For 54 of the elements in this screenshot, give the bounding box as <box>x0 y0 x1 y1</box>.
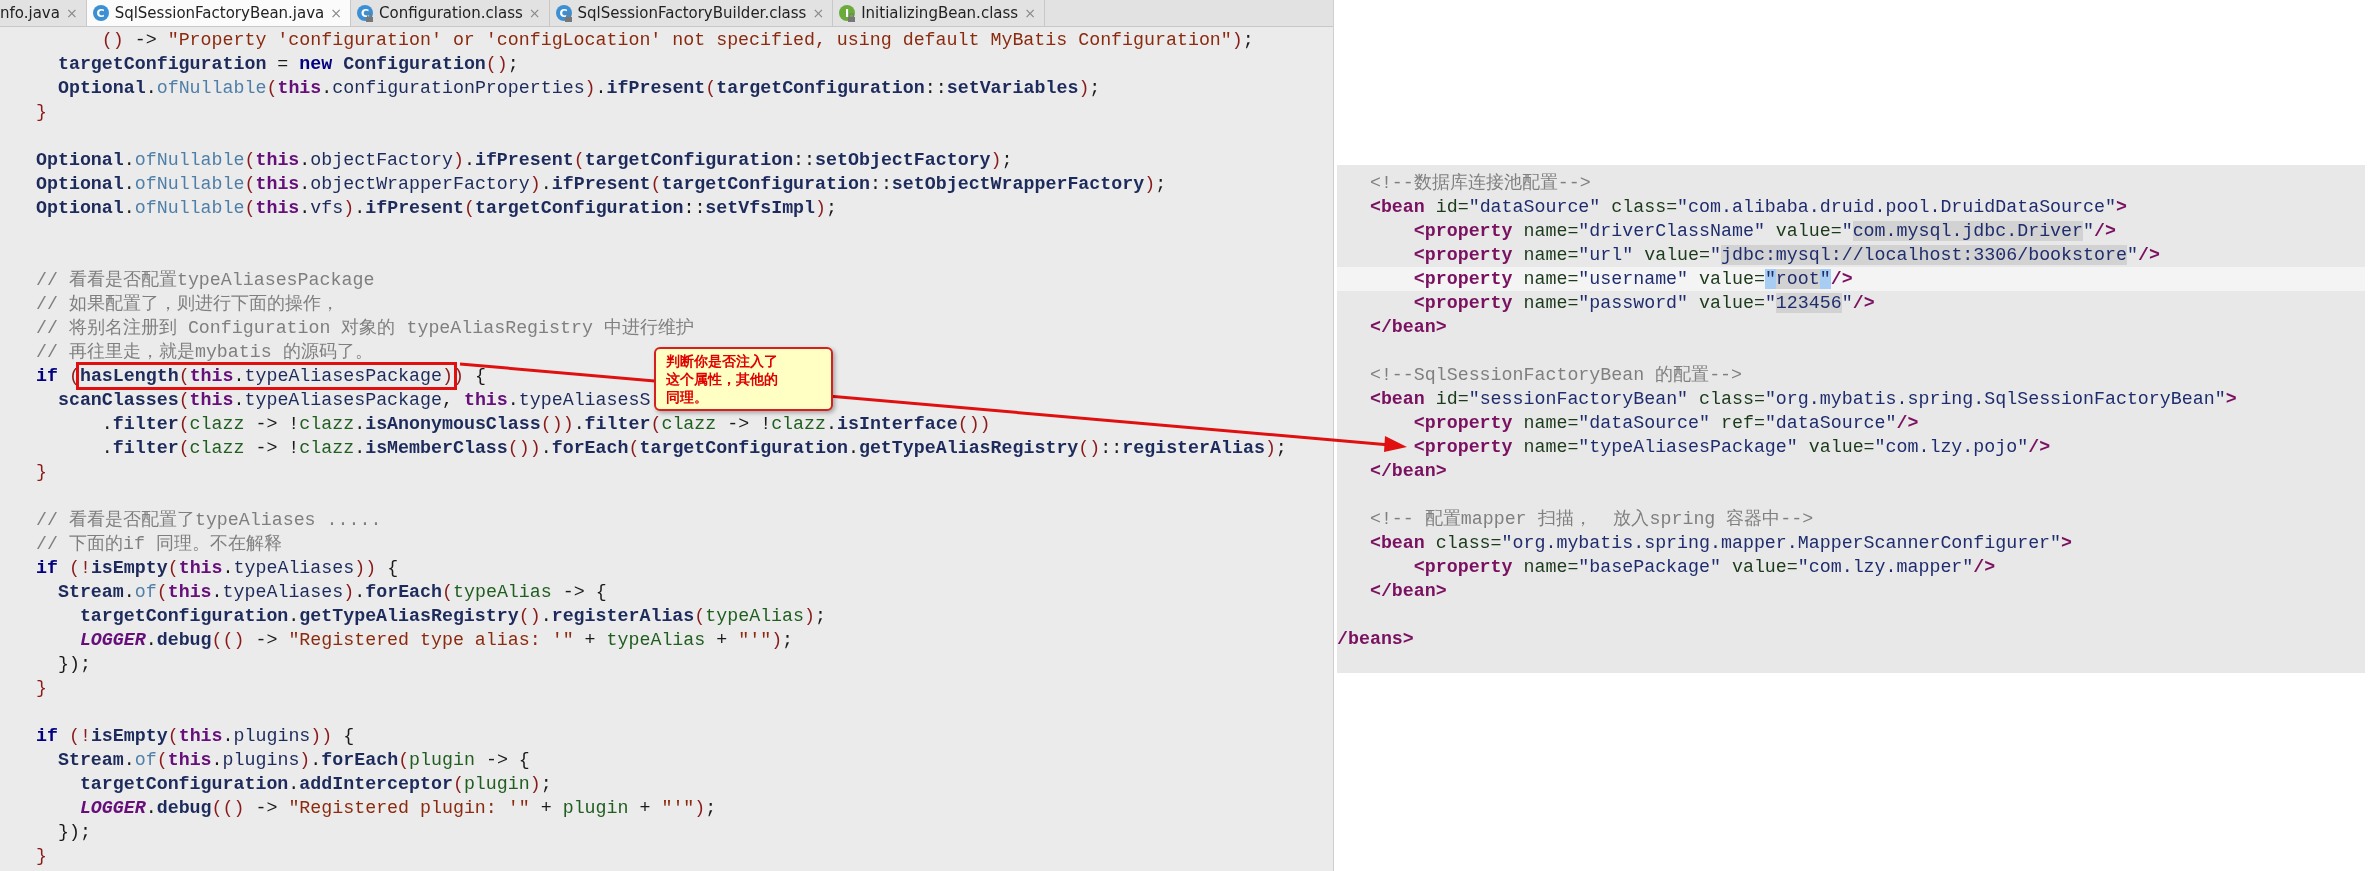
code-line: Optional.ofNullable(this.objectWrapperFactory).ifPresent(targetConfiguration::setObjectWrapperFactory); <box>36 173 1167 196</box>
code-line: } <box>36 845 47 868</box>
code-line: <bean class="org.mybatis.spring.mapper.MapperScannerConfigurer"> <box>1368 532 2073 555</box>
code-line: <!-- 配置mapper 扫描， 放入spring 容器中--> <box>1368 508 1814 531</box>
code-line: <bean id="sessionFactoryBean" class="org.mybatis.spring.SqlSessionFactoryBean"> <box>1368 388 2237 411</box>
code-line: if (!isEmpty(this.plugins)) { <box>36 725 355 748</box>
code-line: </bean> <box>1368 316 1447 339</box>
code-line: Stream.of(this.plugins).forEach(plugin -> { <box>56 749 530 772</box>
code-line: // 再往里走，就是mybatis 的源码了。 <box>36 341 373 364</box>
code-line: // 看看是否配置了typeAliases ..... <box>36 509 382 532</box>
code-line: // 将别名注册到 Configuration 对象的 typeAliasRegistry 中进行维护 <box>36 317 694 340</box>
code-line: <property name="typeAliasesPackage" value="com.lzy.pojo"/> <box>1412 436 2051 459</box>
close-icon[interactable]: × <box>330 5 343 21</box>
code-line: <property name="driverClassName" value="com.mysql.jdbc.Driver"/> <box>1412 220 2116 243</box>
code-line: targetConfiguration.getTypeAliasRegistry().registerAlias(typeAlias); <box>78 605 826 628</box>
editor-tab[interactable]: C SqlSessionFactoryBean.java × <box>86 0 352 26</box>
code-line: <property name="basePackage" value="com.lzy.mapper"/> <box>1412 556 1996 579</box>
code-line: LOGGER.debug(() -> "Registered plugin: '" + plugin + "'"); <box>78 797 717 820</box>
code-line: .filter(clazz -> !clazz.isAnonymousClass()).filter(clazz -> !clazz.isInterface()) <box>100 413 991 436</box>
code-line: <!--数据库连接池配置--> <box>1368 172 1591 195</box>
code-line: <property name="dataSource" ref="dataSource"/> <box>1412 412 1919 435</box>
code-line: .filter(clazz -> !clazz.isMemberClass()).forEach(targetConfiguration.getTypeAliasRegistry()::registerAlias); <box>100 437 1287 460</box>
code-line: } <box>36 677 47 700</box>
code-line: LOGGER.debug(() -> "Registered type alias: '" + typeAlias + "'"); <box>78 629 794 652</box>
code-line: Optional.ofNullable(this.vfs).ifPresent(targetConfiguration::setVfsImpl); <box>36 197 838 220</box>
class-icon: I <box>839 5 856 21</box>
code-line: </bean> <box>1368 460 1447 483</box>
code-line: <property name="username" value="root"/> <box>1412 268 1853 291</box>
code-line: // 下面的if 同理。不在解释 <box>36 533 282 556</box>
editor-tab[interactable]: nfo.java × <box>0 0 87 26</box>
code-line: scanClasses(this.typeAliasesPackage, this.typeAliasesS <box>56 389 651 412</box>
code-line: () -> "Property 'configuration' or 'configLocation' not specified, using default MyBatis Configuration"); <box>100 29 1254 52</box>
code-line: targetConfiguration.addInterceptor(plugin); <box>78 773 552 796</box>
code-line: /beans> <box>1337 628 1414 651</box>
code-line: // 如果配置了，则进行下面的操作， <box>36 293 339 316</box>
class-icon: C <box>357 5 374 21</box>
class-icon: C <box>555 5 572 21</box>
code-line: Optional.ofNullable(this.objectFactory).ifPresent(targetConfiguration::setObjectFactory); <box>36 149 1013 172</box>
code-line: }); <box>56 653 91 676</box>
code-line: <property name="password" value="123456"/> <box>1412 292 1875 315</box>
code-line: if (!isEmpty(this.typeAliases)) { <box>36 557 399 580</box>
code-line: }); <box>56 821 91 844</box>
code-line: <property name="url" value="jdbc:mysql://localhost:3306/bookstore"/> <box>1412 244 2160 267</box>
code-line: <!--SqlSessionFactoryBean 的配置--> <box>1368 364 1743 387</box>
code-line: } <box>36 101 47 124</box>
code-line: Stream.of(this.typeAliases).forEach(typeAlias -> { <box>56 581 607 604</box>
code-line: targetConfiguration = new Configuration(); <box>56 53 519 76</box>
code-line: <bean id="dataSource" class="com.alibaba.druid.pool.DruidDataSource"> <box>1368 196 2127 219</box>
code-line: Optional.ofNullable(this.configurationProperties).ifPresent(targetConfiguration::setVariables); <box>56 77 1101 100</box>
class-icon: C <box>92 5 109 21</box>
code-line: } <box>36 461 47 484</box>
callout-note: 判断你是否注入了 这个属性，其他的 同理。 <box>654 347 833 411</box>
code-line: </bean> <box>1368 580 1447 603</box>
code-line: // 看看是否配置typeAliasesPackage <box>36 269 375 292</box>
